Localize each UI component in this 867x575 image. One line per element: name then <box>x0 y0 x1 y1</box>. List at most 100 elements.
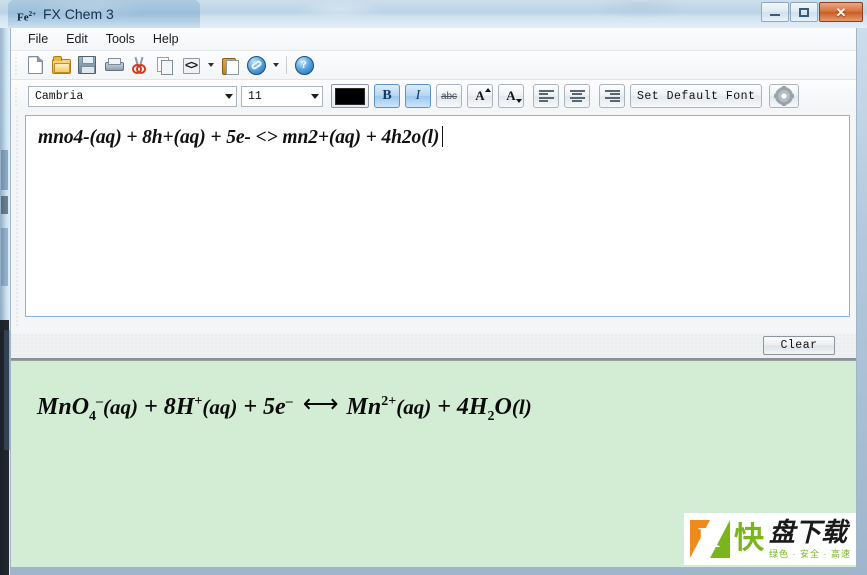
save-button[interactable] <box>74 53 100 77</box>
window-left-border <box>0 0 10 575</box>
set-default-font-label: Set Default Font <box>637 89 756 103</box>
equation-token-sub: 2 <box>487 408 495 424</box>
maximize-icon <box>799 7 809 17</box>
print-button[interactable] <box>100 53 126 77</box>
window-title: FX Chem 3 <box>43 6 114 22</box>
italic-button[interactable]: I <box>405 84 431 108</box>
equation-token-phase: (aq) <box>103 395 139 419</box>
help-icon: ? <box>294 55 314 75</box>
watermark-word-black: 盘下载 <box>769 517 848 547</box>
equation-token-phase: (aq) <box>202 395 238 419</box>
set-default-font-button[interactable]: Set Default Font <box>630 84 763 108</box>
chevron-down-icon[interactable] <box>221 87 236 106</box>
equation-token-phase: (l) <box>511 395 532 419</box>
gear-icon <box>774 86 795 106</box>
align-left-icon <box>538 89 554 103</box>
output-preview-pane[interactable]: MnO4–(aq) + 8H+(aq) + 5e– ⟷ Mn2+(aq) + 4H2… <box>11 360 856 567</box>
new-document-button[interactable] <box>22 53 48 77</box>
watermark-k-mark: K <box>690 520 730 558</box>
equation-token-sub: 4 <box>89 408 97 424</box>
minimize-icon <box>770 14 780 16</box>
editor-grip[interactable] <box>16 116 22 326</box>
print-icon <box>104 58 124 72</box>
open-folder-icon <box>51 55 71 74</box>
watermark-word-green: 快 <box>734 522 764 555</box>
app-icon-charge: 2+ <box>28 10 37 18</box>
app-icon-element: Fe <box>17 11 29 24</box>
equation-token-base: + 4H <box>431 394 488 420</box>
color-swatch-icon <box>335 87 365 105</box>
equation-input-text: mno4-(aq) + 8h+(aq) + 5e- <> mn2+(aq) + … <box>38 127 440 148</box>
equation-token-phase: (aq) <box>396 395 432 419</box>
align-center-icon <box>569 89 585 103</box>
web-dropdown-arrow[interactable] <box>269 53 282 77</box>
italic-icon: I <box>415 88 421 103</box>
equation-token-base: MnO <box>37 394 90 420</box>
web-globe-icon <box>246 55 266 75</box>
new-document-icon <box>27 56 43 74</box>
editor-pane: mno4-(aq) + 8h+(aq) + 5e- <> mn2+(aq) + … <box>11 112 856 334</box>
align-right-button[interactable] <box>599 84 625 108</box>
copy-icon <box>157 57 173 75</box>
watermark-logo: K 快 盘下载 绿色 · 安全 · 高速 <box>684 513 856 565</box>
client-area: File Edit Tools Help <> ? Cambria 11 B I… <box>10 28 857 568</box>
help-button[interactable]: ? <box>291 53 317 77</box>
align-left-button[interactable] <box>533 84 559 108</box>
open-file-button[interactable] <box>48 53 74 77</box>
text-cursor <box>442 126 444 147</box>
chevron-down-icon[interactable] <box>307 87 322 106</box>
subscript-button[interactable]: A <box>498 84 524 108</box>
menu-file[interactable]: File <box>19 29 57 49</box>
strikethrough-button[interactable]: abc <box>436 84 462 108</box>
equation-token-arrow: ⟷ <box>302 391 339 418</box>
equation-token-sup: – <box>96 394 104 409</box>
insert-code-glyph: <> <box>184 58 198 72</box>
copy-button[interactable] <box>152 53 178 77</box>
watermark-tagline: 绿色 · 安全 · 高速 <box>769 548 851 559</box>
settings-button[interactable] <box>769 84 800 108</box>
editor-action-bar: Clear <box>11 334 856 360</box>
main-toolbar: <> ? <box>11 51 856 80</box>
format-toolbar-grip[interactable] <box>14 85 20 107</box>
minimize-button[interactable] <box>761 2 789 22</box>
font-size-select[interactable]: 11 <box>241 85 323 107</box>
web-button[interactable] <box>243 53 269 77</box>
align-right-icon <box>604 89 620 103</box>
format-toolbar: Cambria 11 B I abc A A Set Default Font <box>11 80 856 112</box>
close-button[interactable]: ✕ <box>819 2 863 22</box>
window-controls: ✕ <box>760 2 863 23</box>
equation-token-base: + 8H <box>138 394 195 420</box>
cut-button[interactable] <box>126 53 152 77</box>
clear-button[interactable]: Clear <box>763 336 835 355</box>
formatted-equation: MnO4–(aq) + 8H+(aq) + 5e– ⟷ Mn2+(aq) + 4H2… <box>37 389 532 425</box>
text-color-button[interactable] <box>331 84 369 108</box>
superscript-button[interactable]: A <box>467 84 493 108</box>
insert-code-button[interactable]: <> <box>178 53 204 77</box>
subscript-icon: A <box>506 88 522 104</box>
equation-input[interactable]: mno4-(aq) + 8h+(aq) + 5e- <> mn2+(aq) + … <box>25 115 850 317</box>
menu-help[interactable]: Help <box>144 29 188 49</box>
bold-button[interactable]: B <box>374 84 400 108</box>
paste-clipboard-icon <box>222 57 239 75</box>
menu-bar: File Edit Tools Help <box>11 28 856 51</box>
maximize-button[interactable] <box>790 2 818 22</box>
application-window: Fe2+ FX Chem 3 ✕ File Edit Tools Help <>… <box>0 0 867 575</box>
subscript-letter: A <box>506 88 516 103</box>
superscript-letter: A <box>475 88 485 103</box>
equation-token-sup: 2+ <box>381 394 397 409</box>
font-family-select[interactable]: Cambria <box>28 85 237 107</box>
paste-button[interactable] <box>217 53 243 77</box>
menu-edit[interactable]: Edit <box>57 29 97 49</box>
title-bar[interactable]: Fe2+ FX Chem 3 ✕ <box>0 0 867 28</box>
align-center-button[interactable] <box>564 84 590 108</box>
cut-scissors-icon <box>131 56 147 74</box>
insert-code-dropdown-arrow[interactable] <box>204 53 217 77</box>
toolbar-separator <box>286 56 287 74</box>
save-icon <box>78 56 96 74</box>
app-icon-fe-ion: Fe2+ <box>17 6 37 24</box>
toolbar-grip[interactable] <box>14 54 20 76</box>
menu-tools[interactable]: Tools <box>97 29 144 49</box>
equation-token-base: O <box>494 394 512 420</box>
strikethrough-icon: abc <box>440 90 458 102</box>
close-icon: ✕ <box>835 4 847 20</box>
